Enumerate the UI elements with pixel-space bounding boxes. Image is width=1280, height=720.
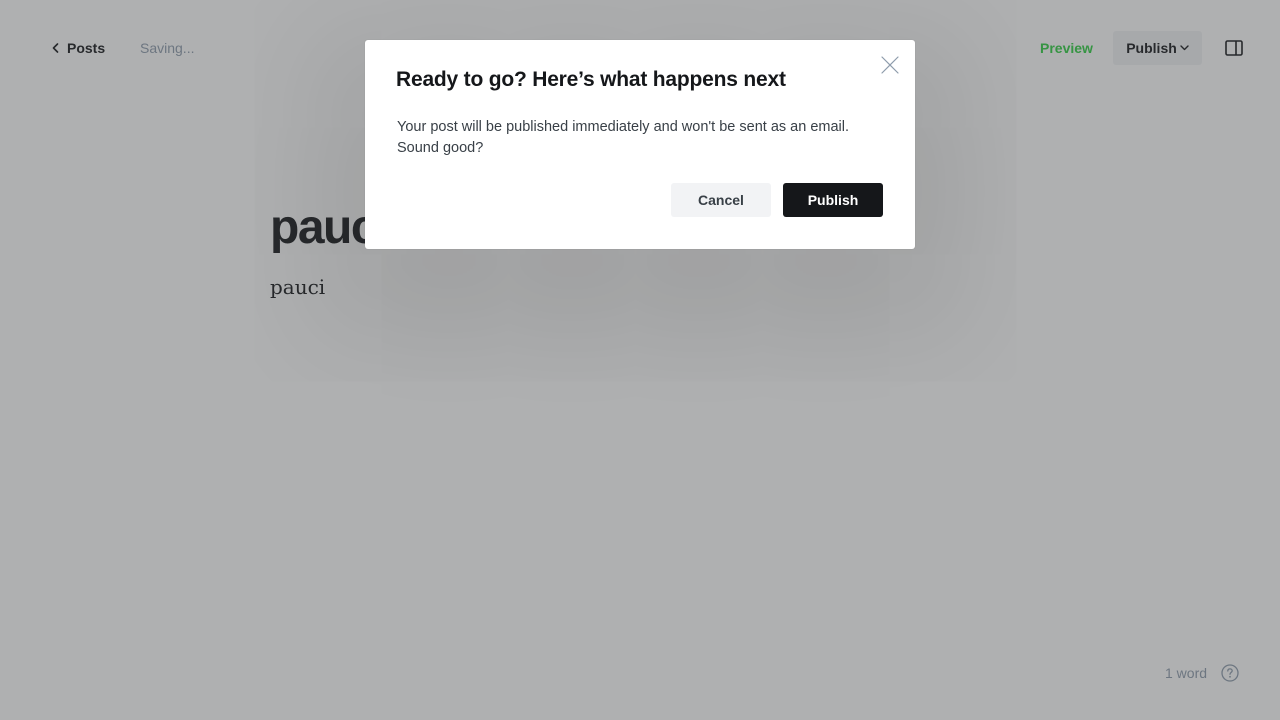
modal-message: Your post will be published immediately … [397,119,849,156]
confirm-publish-button[interactable]: Publish [783,183,883,217]
publish-confirm-modal: Ready to go? Here’s what happens next Yo… [365,40,915,249]
cancel-button[interactable]: Cancel [671,183,771,217]
modal-title: Ready to go? Here’s what happens next [396,68,786,91]
close-icon[interactable] [880,55,900,75]
